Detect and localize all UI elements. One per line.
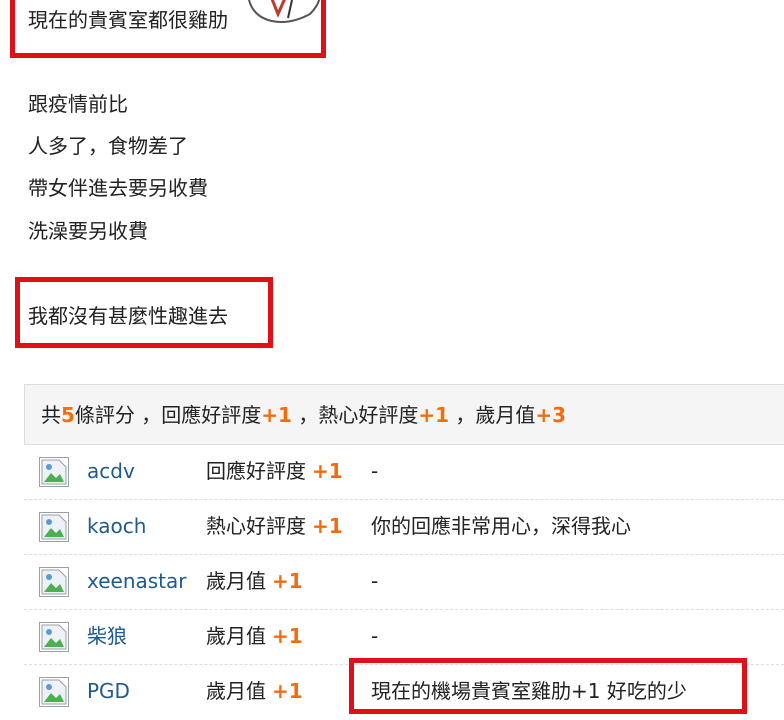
rating-type: 歲月值 +1 bbox=[206, 623, 303, 649]
rating-count-suffix: 條評分 ， bbox=[74, 403, 162, 427]
rating-sep1: ， bbox=[291, 403, 319, 427]
broken-image-icon[interactable] bbox=[39, 567, 69, 597]
rater-username[interactable]: xeenastar bbox=[87, 568, 187, 594]
post-line-4: 洗澡要另收費 bbox=[28, 219, 148, 243]
rating-prefix: 共 bbox=[41, 403, 61, 427]
broken-image-icon[interactable] bbox=[39, 457, 69, 487]
post-line-3: 帶女伴進去要另收費 bbox=[28, 176, 208, 200]
rating-item3-label: 歲月值 bbox=[475, 403, 536, 427]
rating-reason: - bbox=[371, 569, 379, 593]
rating-reason: - bbox=[371, 459, 379, 483]
rating-count: 5 bbox=[61, 403, 75, 427]
rating-item1-value: +1 bbox=[261, 403, 292, 427]
rating-item2-value: +1 bbox=[418, 403, 450, 427]
rating-row: 柴狼 歲月值 +1 - bbox=[24, 610, 784, 665]
rating-type-label: 歲月值 bbox=[206, 679, 266, 703]
rating-value: +1 bbox=[312, 459, 343, 483]
rating-reason: 你的回應非常用心，深得我心 bbox=[371, 514, 631, 538]
rating-row: xeenastar 歲月值 +1 - bbox=[24, 555, 784, 610]
post-line-2: 人多了，食物差了 bbox=[28, 134, 188, 158]
rating-value: +1 bbox=[272, 624, 303, 648]
rating-type-label: 歲月值 bbox=[206, 569, 266, 593]
rating-type-label: 歲月值 bbox=[206, 624, 266, 648]
rating-item3-value: +3 bbox=[535, 403, 567, 427]
rater-username[interactable]: kaoch bbox=[87, 513, 146, 539]
broken-image-icon[interactable] bbox=[39, 512, 69, 542]
rating-type: 熱心好評度 +1 bbox=[206, 513, 343, 539]
rating-type: 歲月值 +1 bbox=[206, 568, 303, 594]
rater-username[interactable]: 柴狼 bbox=[87, 623, 127, 649]
rating-sep2: ， bbox=[449, 403, 476, 427]
rating-value: +1 bbox=[272, 679, 303, 703]
broken-image-icon[interactable] bbox=[39, 677, 69, 707]
rating-type: 歲月值 +1 bbox=[206, 678, 303, 704]
highlight-box-reason bbox=[349, 658, 747, 714]
rating-type: 回應好評度 +1 bbox=[206, 458, 343, 484]
rating-item2-label: 熱心好評度 bbox=[318, 403, 419, 427]
rating-value: +1 bbox=[272, 569, 303, 593]
broken-image-icon[interactable] bbox=[39, 622, 69, 652]
rating-type-label: 熱心好評度 bbox=[206, 514, 306, 538]
rating-value: +1 bbox=[312, 514, 343, 538]
rating-summary: 共5條評分 ，回應好評度+1 ，熱心好評度+1 ，歲月值+3 bbox=[24, 384, 784, 445]
rating-reason: - bbox=[371, 624, 379, 648]
highlight-box-top bbox=[10, 0, 326, 58]
rating-type-label: 回應好評度 bbox=[206, 459, 306, 483]
rater-username[interactable]: PGD bbox=[87, 678, 130, 704]
rating-item1-label: 回應好評度 bbox=[161, 403, 262, 427]
highlight-box-conclusion bbox=[15, 277, 273, 348]
post-line-1: 跟疫情前比 bbox=[28, 92, 128, 116]
rater-username[interactable]: acdv bbox=[87, 458, 135, 484]
rating-row: kaoch 熱心好評度 +1 你的回應非常用心，深得我心 bbox=[24, 500, 784, 555]
rating-row: acdv 回應好評度 +1 - bbox=[24, 445, 784, 500]
